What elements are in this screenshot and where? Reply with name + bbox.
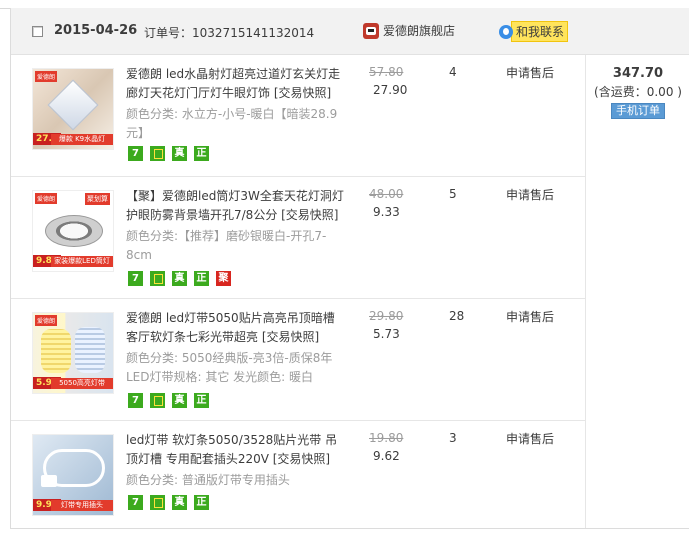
contact-seller-button[interactable]: 和我联系 (499, 21, 569, 42)
order-number-label: 订单号： (144, 26, 193, 40)
guarantee-icon[interactable] (150, 146, 165, 161)
led-strip-shape (41, 329, 71, 373)
juhuasuan-icon[interactable]: 聚 (216, 271, 231, 286)
product-title-link[interactable]: 爱德朗 led水晶射灯超亮过道灯玄关灯走廊灯天花灯门厅灯牛眼灯饰 [交易快照] (126, 65, 344, 103)
product-title-link[interactable]: 爱德朗 led灯带5050贴片高亮吊顶暗槽客厅软灯条七彩光带超亮 [交易快照] (126, 309, 344, 347)
original-price: 29.80 (369, 309, 404, 323)
tmall-cat-icon (363, 22, 379, 39)
thumb-banner: 灯带专用插头 (51, 500, 113, 511)
product-title-link[interactable]: led灯带 软灯条5050/3528贴片光带 吊顶灯槽 专用配套插头220V [… (126, 431, 344, 469)
authentic-icon[interactable]: 正 (194, 271, 209, 286)
order-item-row: 爱德朗 27.8 爆款 K9水晶灯 爱德朗 led水晶射灯超亮过道灯玄关灯走廊灯… (11, 55, 585, 177)
led-strip-shape (75, 327, 105, 373)
service-tags: 7 真 正 (128, 146, 209, 161)
quantity: 28 (449, 309, 465, 323)
guarantee-icon[interactable] (150, 271, 165, 286)
order-date: 2015-04-26 (54, 23, 138, 38)
quantity: 3 (449, 431, 457, 445)
paid-price: 27.90 (373, 83, 408, 97)
apply-after-sale-link[interactable]: 申请售后 (506, 186, 554, 203)
thumb-brand-label: 爱德朗 (35, 315, 58, 326)
original-price: 57.80 (369, 65, 404, 79)
shop-name[interactable]: 爱德朗旗舰店 (383, 22, 455, 39)
quantity: 5 (449, 187, 457, 201)
guarantee-icon[interactable] (150, 495, 165, 510)
original-price: 48.00 (369, 187, 404, 201)
quantity: 4 (449, 65, 457, 79)
apply-after-sale-link[interactable]: 申请售后 (506, 430, 554, 447)
order-item-row: 爱德朗 5.90 5050高亮灯带 爱德朗 led灯带5050贴片高亮吊顶暗槽客… (11, 299, 585, 421)
column-divider (585, 55, 586, 528)
shop-link[interactable]: 爱德朗旗舰店 (363, 22, 455, 39)
genuine-icon[interactable]: 真 (172, 271, 187, 286)
authentic-icon[interactable]: 正 (194, 393, 209, 408)
authentic-icon[interactable]: 正 (194, 495, 209, 510)
thumb-banner: 爆款 K9水晶灯 (51, 134, 113, 145)
apply-after-sale-link[interactable]: 申请售后 (506, 308, 554, 325)
genuine-icon[interactable]: 真 (172, 146, 187, 161)
downlight-shape (45, 215, 103, 247)
order-card: 2015-04-26 订单号：1032715141132014 爱德朗旗舰店 和… (10, 8, 689, 529)
service-tags: 7 真 正 聚 (128, 271, 231, 286)
order-number-value: 1032715141132014 (192, 26, 315, 40)
genuine-icon[interactable]: 真 (172, 495, 187, 510)
seven-day-return-icon[interactable]: 7 (128, 393, 143, 408)
thumb-banner: 5050高亮灯带 (51, 378, 113, 389)
order-total: 347.70 (612, 66, 664, 81)
genuine-icon[interactable]: 真 (172, 393, 187, 408)
service-tags: 7 真 正 (128, 495, 209, 510)
apply-after-sale-link[interactable]: 申请售后 (506, 64, 554, 81)
order-total-column: 347.70 (含运费：0.00 ) 手机订单 (586, 55, 689, 119)
order-item-row: 9.90 灯带专用插头 led灯带 软灯条5050/3528贴片光带 吊顶灯槽 … (11, 421, 585, 529)
seven-day-return-icon[interactable]: 7 (128, 495, 143, 510)
service-tags: 7 真 正 (128, 393, 209, 408)
product-sku: 颜色分类: 水立方-小号-暖白【暗装28.9元】 (126, 107, 338, 140)
wangwang-chat-icon (499, 24, 513, 39)
seven-day-return-icon[interactable]: 7 (128, 271, 143, 286)
contact-seller-label[interactable]: 和我联系 (511, 21, 569, 42)
seven-day-return-icon[interactable]: 7 (128, 146, 143, 161)
thumb-banner: 家装爆款LED筒灯 (51, 256, 113, 267)
product-sku: 颜色分类: 5050经典版-亮3倍-质保8年 LED灯带规格: 其它 发光颜色:… (126, 351, 333, 384)
product-sku: 颜色分类:【推荐】磨砂银暖白-开孔7-8cm (126, 229, 327, 262)
order-select-checkbox[interactable] (32, 26, 43, 37)
paid-price: 5.73 (373, 327, 400, 341)
order-number: 订单号：1032715141132014 (144, 24, 314, 41)
paid-price: 9.62 (373, 449, 400, 463)
thumb-promo-label: 聚划算 (85, 193, 110, 205)
product-title-link[interactable]: 【聚】爱德朗led筒灯3W全套天花灯洞灯护眼防雾背景墙开孔7/8公分 [交易快照… (126, 187, 344, 225)
order-items: 爱德朗 27.8 爆款 K9水晶灯 爱德朗 led水晶射灯超亮过道灯玄关灯走廊灯… (11, 55, 585, 529)
product-thumbnail[interactable]: 9.90 灯带专用插头 (32, 434, 114, 516)
guarantee-icon[interactable] (150, 393, 165, 408)
product-thumbnail[interactable]: 爱德朗 27.8 爆款 K9水晶灯 (32, 68, 114, 150)
plug-head-shape (41, 475, 57, 487)
shipping-note: (含运费：0.00 ) (594, 85, 682, 99)
order-item-row: 爱德朗 聚划算 9.80 家装爆款LED筒灯 【聚】爱德朗led筒灯3W全套天花… (11, 177, 585, 299)
product-thumbnail[interactable]: 爱德朗 5.90 5050高亮灯带 (32, 312, 114, 394)
order-header: 2015-04-26 订单号：1032715141132014 爱德朗旗舰店 和… (11, 8, 689, 55)
original-price: 19.80 (369, 431, 404, 445)
mobile-order-badge[interactable]: 手机订单 (611, 103, 665, 119)
product-thumbnail[interactable]: 爱德朗 聚划算 9.80 家装爆款LED筒灯 (32, 190, 114, 272)
paid-price: 9.33 (373, 205, 400, 219)
thumb-brand-label: 爱德朗 (35, 71, 58, 82)
authentic-icon[interactable]: 正 (194, 146, 209, 161)
thumb-brand-label: 爱德朗 (35, 193, 58, 204)
product-sku: 颜色分类: 普通版灯带专用插头 (126, 473, 290, 487)
crystal-lamp-shape (47, 79, 99, 131)
